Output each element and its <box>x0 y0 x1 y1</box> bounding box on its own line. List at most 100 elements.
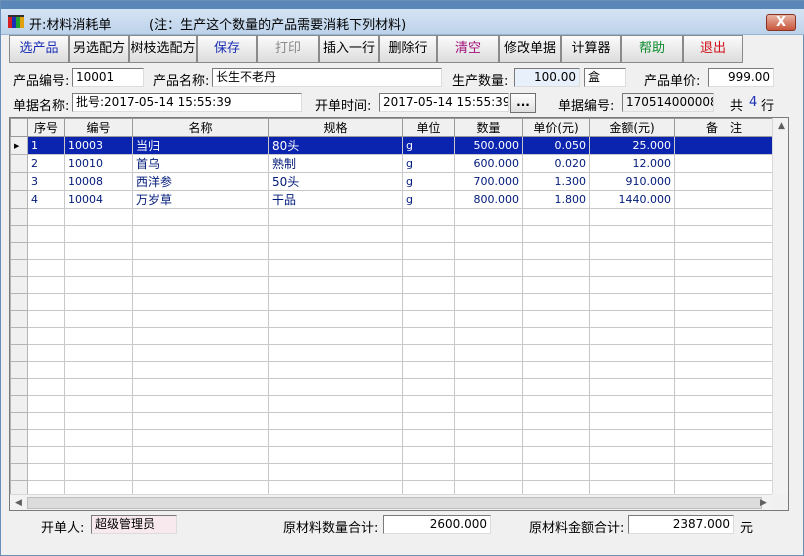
table-cell[interactable] <box>27 361 65 379</box>
table-cell[interactable] <box>268 225 403 243</box>
table-cell[interactable] <box>402 463 455 481</box>
table-cell[interactable] <box>64 378 133 396</box>
table-cell[interactable]: 1 <box>27 136 65 155</box>
row-indicator[interactable] <box>10 276 28 294</box>
column-header[interactable]: 名称 <box>132 118 269 137</box>
table-cell[interactable]: 西洋参 <box>132 172 269 191</box>
table-cell[interactable] <box>589 208 675 226</box>
table-cell[interactable] <box>132 344 269 362</box>
row-indicator[interactable] <box>10 344 28 362</box>
row-indicator[interactable] <box>10 225 28 243</box>
table-cell[interactable] <box>522 310 590 328</box>
table-cell[interactable] <box>27 429 65 447</box>
table-cell[interactable] <box>268 361 403 379</box>
table-cell[interactable] <box>132 276 269 294</box>
table-cell[interactable] <box>674 463 774 481</box>
table-cell[interactable] <box>402 344 455 362</box>
table-cell[interactable] <box>64 242 133 260</box>
table-cell[interactable] <box>674 327 774 345</box>
table-cell[interactable] <box>27 412 65 430</box>
empty-row[interactable] <box>10 276 774 294</box>
scroll-up-icon[interactable]: ▲ <box>773 118 788 135</box>
table-cell[interactable] <box>64 293 133 311</box>
table-row[interactable]: 4 10004 万岁草 干品 g 800.000 1.800 1440.000 <box>10 190 774 209</box>
table-cell[interactable] <box>64 395 133 413</box>
table-cell[interactable]: 800.000 <box>454 190 523 209</box>
table-cell[interactable]: 熟制 <box>268 154 403 173</box>
table-cell[interactable] <box>268 293 403 311</box>
table-cell[interactable] <box>27 259 65 277</box>
table-cell[interactable]: 600.000 <box>454 154 523 173</box>
table-cell[interactable] <box>132 242 269 260</box>
table-cell[interactable] <box>402 225 455 243</box>
table-cell[interactable] <box>674 259 774 277</box>
table-cell[interactable] <box>402 429 455 447</box>
table-cell[interactable] <box>132 361 269 379</box>
materials-grid[interactable]: 序号 编号 名称 规格 单位 数量 单价(元) 金额(元) 备 注 ▶ 1 10003 当归 80头 g 5… <box>9 117 789 511</box>
table-cell[interactable] <box>27 446 65 464</box>
row-indicator[interactable] <box>10 446 28 464</box>
quantity-field[interactable]: 100.00 <box>514 68 580 87</box>
column-header[interactable]: 规格 <box>268 118 403 137</box>
table-cell[interactable] <box>402 395 455 413</box>
table-cell[interactable] <box>454 310 523 328</box>
row-indicator[interactable] <box>10 463 28 481</box>
table-cell[interactable] <box>268 310 403 328</box>
product-code-field[interactable]: 10001 <box>72 68 144 87</box>
clear-button[interactable]: 清空 <box>437 35 499 63</box>
table-cell[interactable] <box>454 208 523 226</box>
empty-row[interactable] <box>10 395 774 413</box>
table-cell[interactable] <box>268 276 403 294</box>
row-indicator[interactable] <box>10 293 28 311</box>
table-cell[interactable] <box>27 344 65 362</box>
table-cell[interactable]: 500.000 <box>454 136 523 155</box>
table-cell[interactable] <box>27 242 65 260</box>
table-cell[interactable] <box>589 344 675 362</box>
table-cell[interactable]: 当归 <box>132 136 269 155</box>
table-cell[interactable] <box>454 395 523 413</box>
column-header[interactable]: 金额(元) <box>589 118 675 137</box>
table-cell[interactable] <box>402 276 455 294</box>
table-cell[interactable] <box>522 225 590 243</box>
table-cell[interactable] <box>674 344 774 362</box>
table-cell[interactable] <box>132 293 269 311</box>
delete-row-button[interactable]: 删除行 <box>379 35 437 63</box>
horizontal-scrollbar[interactable]: ◀ ▶ <box>10 494 772 510</box>
table-cell[interactable] <box>27 208 65 226</box>
table-cell[interactable] <box>522 208 590 226</box>
row-indicator[interactable] <box>10 190 28 209</box>
table-cell[interactable] <box>64 208 133 226</box>
row-indicator[interactable] <box>10 310 28 328</box>
doc-name-field[interactable]: 批号:2017-05-14 15:55:39 <box>72 93 302 112</box>
empty-row[interactable] <box>10 225 774 243</box>
insert-row-button[interactable]: 插入一行 <box>319 35 379 63</box>
table-cell[interactable] <box>454 242 523 260</box>
row-indicator[interactable] <box>10 395 28 413</box>
table-cell[interactable] <box>522 242 590 260</box>
table-cell[interactable] <box>589 429 675 447</box>
table-cell[interactable] <box>454 225 523 243</box>
open-time-field[interactable]: 2017-05-14 15:55:39 <box>379 93 509 112</box>
table-cell[interactable] <box>674 293 774 311</box>
table-cell[interactable] <box>674 225 774 243</box>
table-cell[interactable] <box>268 208 403 226</box>
table-cell[interactable] <box>674 446 774 464</box>
row-indicator[interactable] <box>10 154 28 173</box>
table-cell[interactable]: 1440.000 <box>589 190 675 209</box>
table-cell[interactable] <box>589 276 675 294</box>
table-cell[interactable] <box>64 310 133 328</box>
table-cell[interactable] <box>454 276 523 294</box>
table-cell[interactable] <box>522 276 590 294</box>
table-cell[interactable] <box>64 344 133 362</box>
pick-time-button[interactable]: ... <box>510 93 536 113</box>
table-cell[interactable]: 1.300 <box>522 172 590 191</box>
table-cell[interactable] <box>132 463 269 481</box>
table-cell[interactable] <box>454 293 523 311</box>
table-cell[interactable] <box>402 327 455 345</box>
row-indicator[interactable] <box>10 327 28 345</box>
table-cell[interactable] <box>674 378 774 396</box>
table-cell[interactable] <box>589 310 675 328</box>
empty-row[interactable] <box>10 412 774 430</box>
table-cell[interactable] <box>268 259 403 277</box>
print-button[interactable]: 打印 <box>257 35 319 63</box>
